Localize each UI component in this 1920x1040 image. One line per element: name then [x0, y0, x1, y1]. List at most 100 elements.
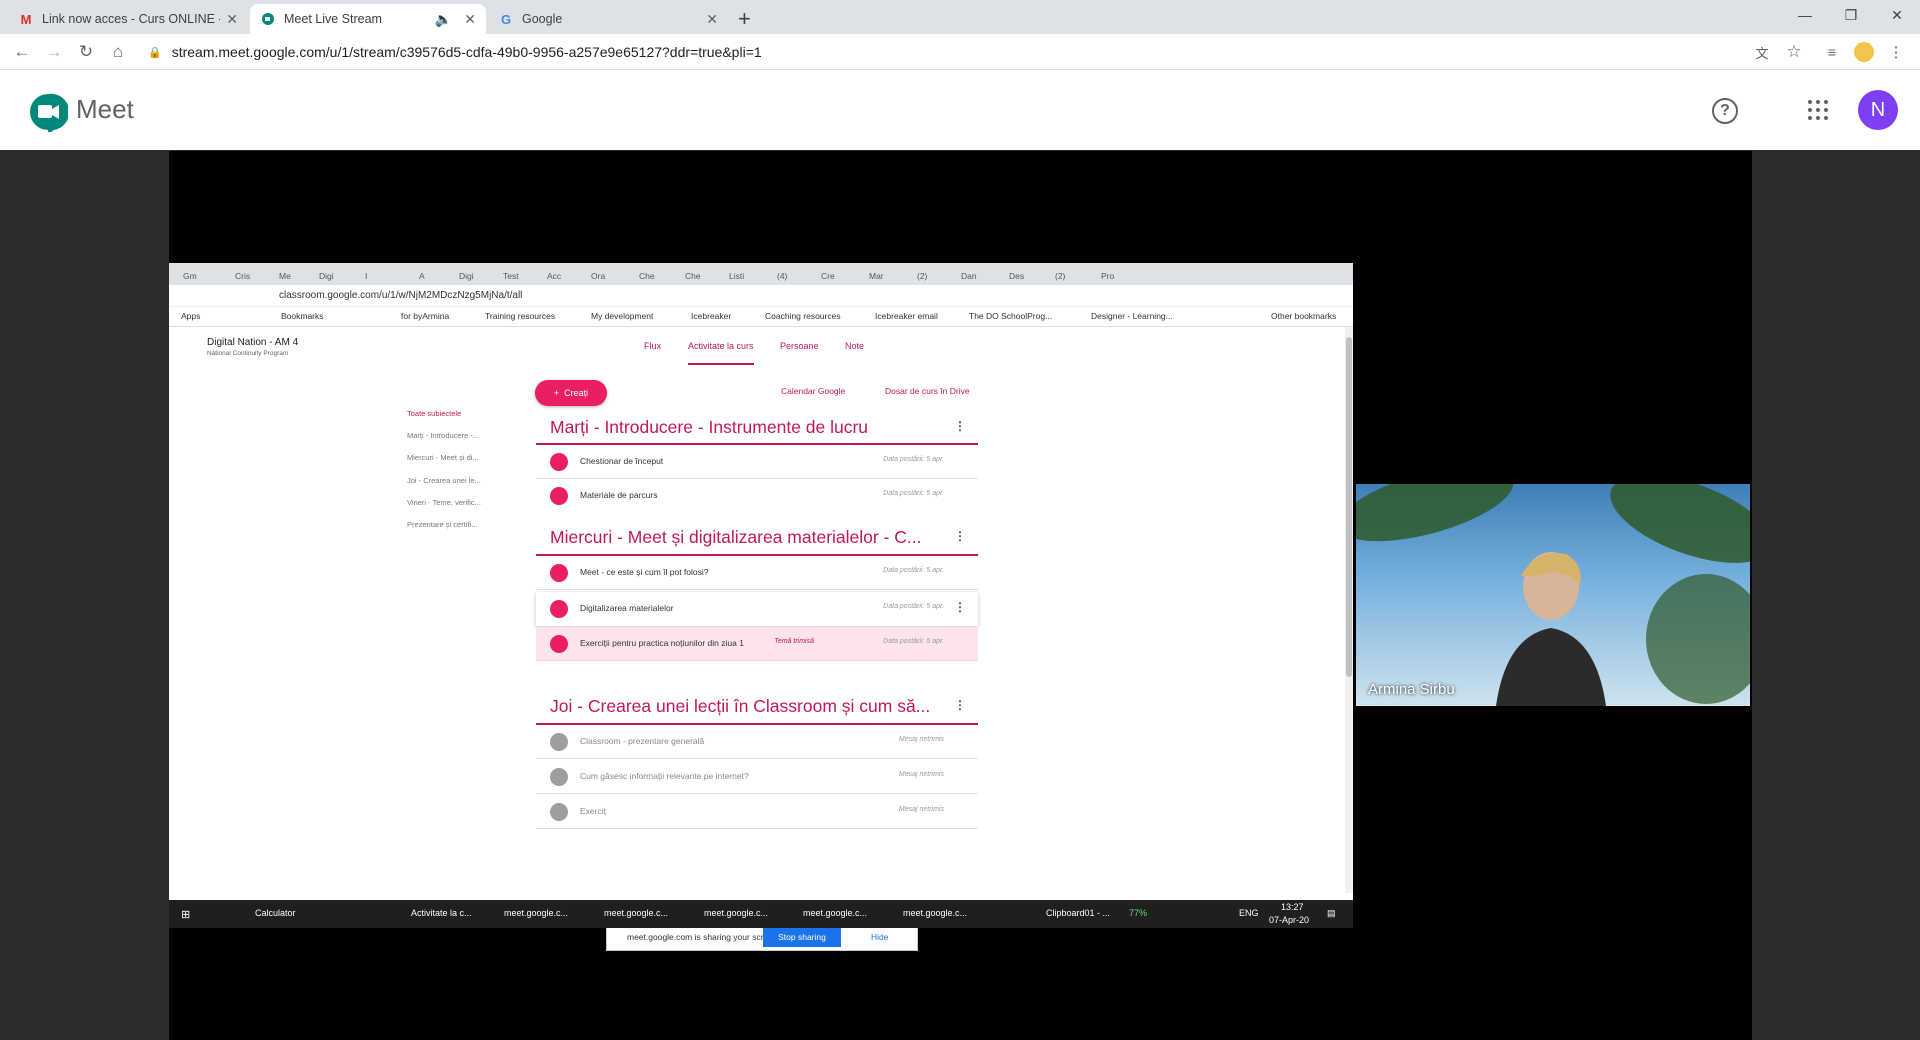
reload-button[interactable]: ↻: [74, 40, 98, 64]
shared-tab: Acc: [547, 271, 562, 281]
shared-tab: Ora: [591, 271, 606, 281]
shared-tab: Me: [279, 271, 291, 281]
home-button[interactable]: ⌂: [106, 40, 130, 64]
tab-title: Meet Live Stream: [284, 12, 382, 26]
palm-leaf: [1599, 484, 1750, 581]
google-apps-icon[interactable]: [1808, 100, 1828, 120]
restore-button[interactable]: ❐: [1828, 0, 1874, 30]
translate-icon[interactable]: 文: [1750, 40, 1774, 64]
browser-toolbar: ← → ↻ ⌂ 🔒 stream.meet.google.com/u/1/str…: [0, 34, 1920, 70]
list-item-hovered: Digitalizarea materialelor Data postării:…: [536, 592, 978, 626]
speaker-icon[interactable]: 🔈: [435, 11, 452, 28]
section-title: Marți - Introducere - Instrumente de luc…: [550, 417, 869, 437]
participant-name: Armina Sirbu: [1368, 681, 1455, 698]
share-message: meet.google.com is sharing your screen.: [627, 932, 781, 942]
list-item: Chestionar de început Data postării: 5 ap…: [536, 445, 978, 479]
taskbar-item: meet.google.c...: [803, 908, 868, 918]
shared-tab: Digi: [319, 271, 334, 281]
shared-tab: A: [419, 271, 425, 281]
more-icon: ⋮: [954, 419, 966, 433]
google-icon: G: [500, 11, 512, 27]
item-status: Temă trimisă: [774, 638, 814, 645]
shared-tab: Gm: [183, 271, 197, 281]
meet-brand: Meet: [76, 94, 134, 124]
new-tab-button[interactable]: +: [738, 6, 751, 32]
drive-link: Dosar de curs în Drive: [885, 386, 970, 396]
shared-bookmark: Designer - Learning...: [1091, 311, 1173, 321]
class-name: Digital Nation - AM 4: [207, 337, 299, 348]
shared-tab: (2): [1055, 271, 1066, 281]
palm-leaf: [1646, 574, 1750, 704]
item-title: Materiale de parcurs: [580, 490, 658, 500]
shared-bookmark: Coaching resources: [765, 311, 841, 321]
topic-item: Toate subiectele: [407, 409, 462, 418]
close-icon[interactable]: ✕: [706, 11, 718, 28]
list-item: Exerciții pentru practica noțiunilor din…: [536, 627, 978, 661]
profile-icon[interactable]: [1852, 40, 1876, 64]
shared-tab: Mar: [869, 271, 884, 281]
chrome-menu-icon[interactable]: ⋮: [1884, 40, 1908, 64]
help-icon[interactable]: ?: [1712, 98, 1738, 124]
back-button[interactable]: ←: [10, 40, 34, 64]
topic-item: Marți - Introducere -...: [407, 431, 480, 440]
shared-tab: Cre: [821, 271, 835, 281]
more-icon: ⋮: [954, 600, 966, 614]
draft-icon: [550, 733, 568, 751]
shared-bookmarks-bar: Apps Bookmarks for byArmina Training res…: [169, 307, 1353, 327]
participant-figure: [1496, 552, 1606, 706]
bookmark-star-icon[interactable]: ☆: [1782, 40, 1806, 64]
assignment-icon: [550, 453, 568, 471]
address-bar[interactable]: 🔒 stream.meet.google.com/u/1/stream/c395…: [148, 39, 1738, 65]
shared-taskbar: ⊞ Calculator Activitate la c... meet.goo…: [169, 900, 1353, 928]
nav-persoane: Persoane: [780, 341, 819, 351]
tab-gmail[interactable]: M Link now acces - Curs ONLINE - ✕: [8, 4, 248, 34]
close-icon[interactable]: ✕: [226, 11, 238, 28]
assignment-icon: [550, 564, 568, 582]
tab-title: Link now acces - Curs ONLINE -: [42, 12, 221, 26]
shared-bookmark: Apps: [181, 311, 201, 321]
taskbar-item: meet.google.c...: [504, 908, 569, 918]
shared-bookmark: for byArmina: [401, 311, 450, 321]
item-title: Chestionar de început: [580, 456, 664, 466]
item-date: Mesaj netrimis: [898, 806, 944, 813]
shared-screen: Gm Cris Me Digi I A Digi Test Acc Ora Ch…: [169, 263, 1353, 951]
meet-icon: [260, 11, 276, 27]
stop-sharing-button: Stop sharing: [763, 927, 841, 947]
list-item: Materiale de parcurs Data postării: 5 apr…: [536, 479, 978, 513]
assignment-icon: [550, 600, 568, 618]
close-window-button[interactable]: ✕: [1874, 0, 1920, 30]
shared-tab-strip: Gm Cris Me Digi I A Digi Test Acc Ora Ch…: [169, 263, 1353, 285]
windows-start-icon: ⊞: [181, 909, 191, 921]
item-date: Mesaj netrimis: [898, 771, 944, 778]
clock-date: 07-Apr-20: [1269, 915, 1310, 925]
shared-tab: (2): [917, 271, 928, 281]
shared-tab: Listi: [729, 271, 745, 281]
shared-url: classroom.google.com/u/1/w/NjM2MDczNzg5M…: [279, 290, 523, 301]
taskbar-item: meet.google.c...: [704, 908, 769, 918]
media-control-icon[interactable]: ≡: [1820, 40, 1844, 64]
list-item: Exerciț Mesaj netrimis: [536, 795, 978, 829]
account-avatar[interactable]: N: [1858, 90, 1898, 130]
item-title: Exerciț: [580, 806, 606, 816]
notification-icon: ▤: [1327, 908, 1336, 918]
create-button: + Creați: [535, 380, 607, 406]
tab-google[interactable]: G Google ✕: [488, 4, 728, 34]
topic-item: Miercuri - Meet și di...: [407, 453, 479, 462]
shared-tab: Pro: [1101, 271, 1115, 281]
list-item: Cum găsesc informații relevante pe inter…: [536, 760, 978, 794]
draft-icon: [550, 803, 568, 821]
meet-logo-icon[interactable]: [28, 92, 68, 132]
close-icon[interactable]: ✕: [464, 11, 476, 28]
battery-indicator: 77%: [1129, 908, 1148, 918]
gmail-icon: M: [20, 11, 32, 27]
shared-scrollbar: [1345, 327, 1353, 893]
item-title: Cum găsesc informații relevante pe inter…: [580, 771, 749, 781]
calendar-link: Calendar Google: [781, 386, 846, 396]
forward-button[interactable]: →: [42, 40, 66, 64]
language-indicator: ENG: [1239, 908, 1259, 918]
taskbar-item: meet.google.c...: [903, 908, 968, 918]
tab-meet-live-stream[interactable]: Meet Live Stream 🔈 ✕: [250, 4, 486, 34]
section-title: Joi - Crearea unei lecții în Classroom ș…: [550, 696, 931, 716]
item-title: Exerciții pentru practica noțiunilor din…: [580, 638, 744, 648]
minimize-button[interactable]: —: [1782, 0, 1828, 30]
